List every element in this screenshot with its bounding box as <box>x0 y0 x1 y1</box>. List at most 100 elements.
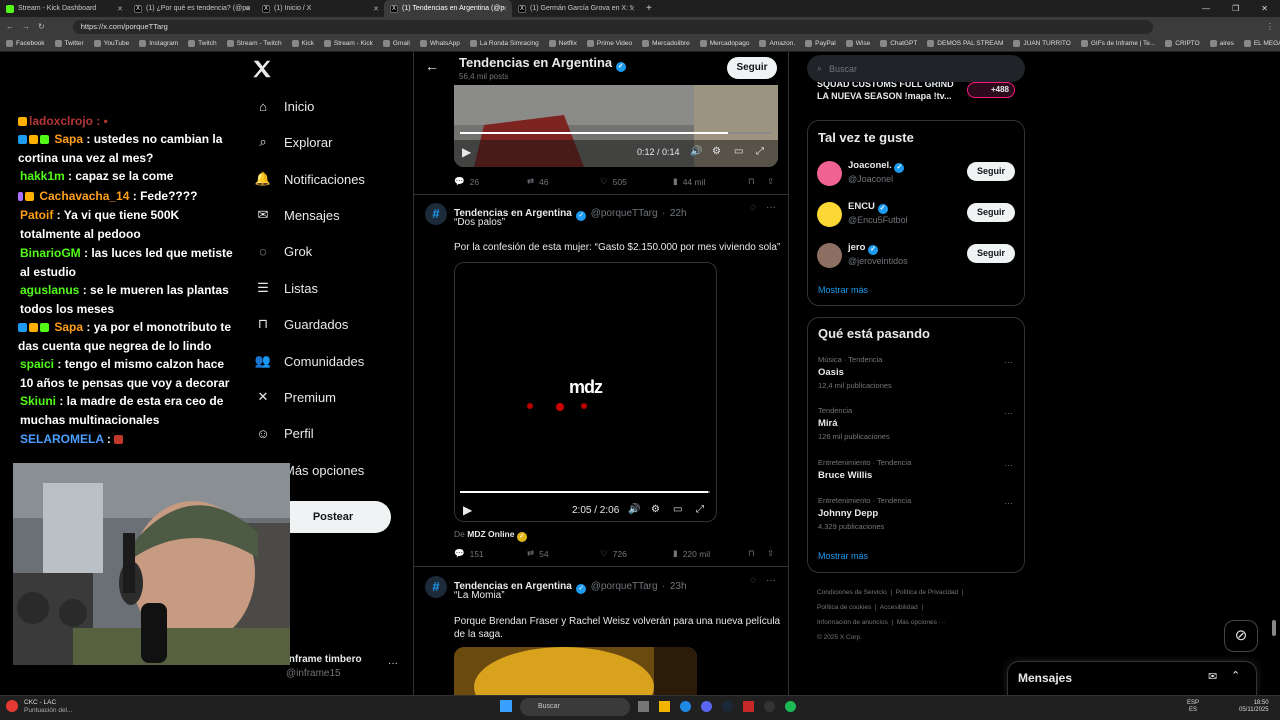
bookmark-item[interactable]: JUAN TURRITO <box>1013 40 1071 47</box>
start-icon[interactable] <box>500 700 512 712</box>
taskbar-search[interactable]: Buscar <box>520 698 630 716</box>
bookmark-item[interactable]: Prime Video <box>586 40 632 47</box>
bookmark-icon[interactable]: ⊓ <box>748 548 755 559</box>
nav-item-comunidades[interactable]: 👥 Comunidades <box>254 346 364 376</box>
footer-link[interactable]: Accesibilidad <box>880 604 918 611</box>
follow-button[interactable]: Seguir <box>967 203 1015 222</box>
trend-item[interactable]: Tendencia Mirá 126 mil publicaciones ··· <box>808 406 1024 446</box>
edge-icon[interactable] <box>680 701 691 712</box>
follow-button[interactable]: Seguir <box>967 244 1015 263</box>
obs-icon[interactable] <box>764 701 775 712</box>
nav-item-explorar[interactable]: ⌕ Explorar <box>254 127 332 157</box>
browser-tab[interactable]: X (1) Germán García Grova en X: " ✕ <box>512 0 640 17</box>
nav-item-premium[interactable]: ✕ Premium <box>254 382 336 412</box>
bookmark-item[interactable]: Instagram <box>139 40 178 47</box>
bookmark-item[interactable]: WhatsApp <box>419 40 460 47</box>
more-icon[interactable]: ··· <box>1004 460 1013 470</box>
more-icon[interactable]: ··· <box>766 202 776 213</box>
volume-icon[interactable]: 🔊 <box>628 504 640 515</box>
bookmark-item[interactable]: Twitter <box>54 40 84 47</box>
bookmark-item[interactable]: PayPal <box>805 40 836 47</box>
close-icon[interactable]: ✕ <box>117 5 123 13</box>
tweet-image[interactable] <box>454 647 697 695</box>
nav-item-grok[interactable]: ◌ Grok <box>254 236 312 266</box>
forward-icon[interactable]: → <box>22 22 30 31</box>
reload-icon[interactable]: ↻ <box>38 22 45 31</box>
settings-icon[interactable]: ⚙ <box>712 146 721 157</box>
footer-link[interactable]: Más opciones ··· <box>897 619 945 626</box>
bookmark-item[interactable]: Stream - Kick <box>323 40 373 47</box>
chat-username[interactable]: Sapa <box>54 320 83 334</box>
author-handle[interactable]: @porqueTTarg <box>591 581 658 592</box>
chat-username[interactable]: Patoif <box>20 208 53 222</box>
bookmark-item[interactable]: aires <box>1209 40 1234 47</box>
author-handle[interactable]: @porqueTTarg <box>591 208 658 219</box>
chat-username[interactable]: BinarioGM <box>20 246 81 260</box>
pip-icon[interactable]: ▭ <box>673 504 682 515</box>
browser-tab[interactable]: X (1) ¿Por qué es tendencia? (@po ✕ <box>128 0 256 17</box>
bookmark-item[interactable]: CRIPTO <box>1165 40 1200 47</box>
bookmark-item[interactable]: DEMOS PAL STREAM <box>927 40 1003 47</box>
footer-link[interactable]: Política de Privacidad <box>896 589 959 596</box>
chat-username[interactable]: hakk1m <box>20 169 65 183</box>
suggestion-name[interactable]: jero ✓ <box>848 242 879 255</box>
url-field[interactable]: https://x.com/porqueTTarg <box>72 19 1153 34</box>
trend-item[interactable]: Música · Tendencia Oasis 12,4 mil publicac… <box>808 355 1024 395</box>
nav-item-guardados[interactable]: ⊓ Guardados <box>254 309 348 339</box>
avatar[interactable] <box>817 202 842 227</box>
like-button[interactable]: ♡ 505 <box>600 176 627 187</box>
weather-widget[interactable]: CKC - LAC Puntuación del... <box>24 699 72 715</box>
bookmark-item[interactable]: Wise <box>845 40 870 47</box>
suggestion-name[interactable]: Joaconel. ✓ <box>848 160 905 173</box>
more-icon[interactable]: ··· <box>388 658 398 669</box>
more-icon[interactable]: ··· <box>1004 408 1013 418</box>
browser-tab[interactable]: X (1) Inicio / X ✕ <box>256 0 384 17</box>
more-icon[interactable]: ··· <box>766 575 776 586</box>
show-more-link[interactable]: Mostrar más <box>818 285 868 295</box>
live-banner[interactable]: SQUAD CUSTOMS FULL GRIND LA NUEVA SEASON… <box>807 82 1025 108</box>
chat-username[interactable]: Cachavacha_14 <box>39 189 129 203</box>
avatar[interactable] <box>817 243 842 268</box>
chat-username[interactable]: Skiuni <box>20 394 56 408</box>
new-message-icon[interactable]: ✉ <box>1208 670 1217 683</box>
nav-item-perfil[interactable]: ☺ Perfil <box>254 418 313 448</box>
settings-icon[interactable]: ⚙ <box>651 504 660 515</box>
browser-tab-active[interactable]: X (1) Tendencias en Argentina (@p ✕ <box>384 0 512 17</box>
source-name[interactable]: MDZ Online <box>467 529 514 539</box>
trend-item[interactable]: Entretenimiento · Tendencia Bruce Willis ·… <box>808 458 1024 498</box>
close-icon[interactable]: ✕ <box>629 5 635 13</box>
chat-username[interactable]: aguslanus <box>20 283 79 297</box>
avatar[interactable]: # <box>425 203 447 225</box>
chat-username[interactable]: SELAROMELA <box>20 432 104 446</box>
back-icon[interactable]: ← <box>6 22 14 31</box>
weather-icon[interactable] <box>6 700 18 712</box>
new-tab-icon[interactable]: + <box>640 3 658 14</box>
like-button[interactable]: ♡ 726 <box>600 548 627 559</box>
bookmark-icon[interactable]: ⊓ <box>748 176 755 187</box>
video-player[interactable]: ▶ 0:12 / 0:14 🔊 ⚙ ▭ ⤢ <box>454 85 778 167</box>
close-icon[interactable]: ✕ <box>501 5 507 13</box>
follow-button[interactable]: Seguir <box>727 57 777 79</box>
account-switcher[interactable]: inframe timbero @inframe15 <box>286 654 362 679</box>
clock[interactable]: 18:50 05/11/2025 <box>1239 700 1269 714</box>
footer-link[interactable]: Condiciones de Servicio <box>817 589 887 596</box>
reply-button[interactable]: 💬 26 <box>454 176 479 187</box>
show-more-link[interactable]: Mostrar más <box>818 551 868 561</box>
more-icon[interactable]: ··· <box>1004 498 1013 508</box>
close-icon[interactable]: ✕ <box>373 5 379 13</box>
bookmark-item[interactable]: Amazon. <box>759 40 795 47</box>
suggestion-name[interactable]: ENCU ✓ <box>848 201 888 214</box>
pip-icon[interactable]: ▭ <box>734 146 743 157</box>
bookmark-item[interactable]: Gmail <box>382 40 410 47</box>
explorer-icon[interactable] <box>659 701 670 712</box>
language-indicator[interactable]: ESP ES <box>1187 700 1199 714</box>
x-logo-icon[interactable] <box>251 58 275 82</box>
fullscreen-icon[interactable]: ⤢ <box>696 504 704 515</box>
trend-item[interactable]: Entretenimiento · Tendencia Johnny Depp 4.… <box>808 496 1024 536</box>
browser-tab[interactable]: Stream - Kick Dashboard ✕ <box>0 0 128 17</box>
play-icon[interactable]: ▶ <box>462 145 471 159</box>
bookmark-item[interactable]: GIFs de Inframe | Te... <box>1080 40 1155 47</box>
back-arrow-icon[interactable]: ← <box>425 58 439 74</box>
views-button[interactable]: ▮ 220 mil <box>673 548 710 559</box>
footer-link[interactable]: Política de cookies <box>817 604 871 611</box>
